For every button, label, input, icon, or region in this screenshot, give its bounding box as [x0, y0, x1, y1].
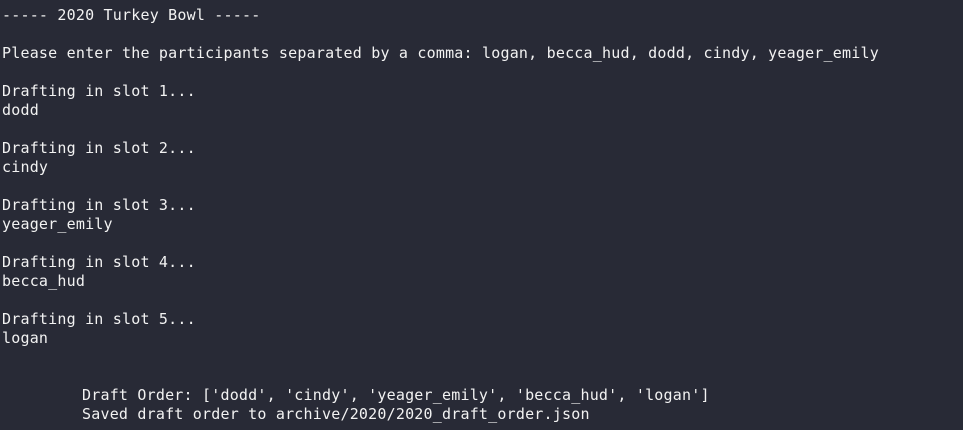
slot-3-pick: yeager_emily — [2, 215, 113, 233]
participants-prompt: Please enter the participants separated … — [2, 44, 879, 63]
slot-5-pick: logan — [2, 329, 49, 347]
slot-2-heading: Drafting in slot 2... — [2, 139, 196, 157]
slot-1-heading: Drafting in slot 1... — [2, 82, 196, 100]
draft-order-output: Draft Order: ['dodd', 'cindy', 'yeager_e… — [82, 386, 710, 404]
slot-1-pick: dodd — [2, 101, 39, 119]
slot-2-pick: cindy — [2, 158, 49, 176]
slot-4-pick: becca_hud — [2, 272, 86, 290]
program-title: ----- 2020 Turkey Bowl ----- — [2, 6, 261, 24]
slot-3-heading: Drafting in slot 3... — [2, 196, 196, 214]
slot-5-heading: Drafting in slot 5... — [2, 310, 196, 328]
prompt-label: Please enter the participants separated … — [2, 44, 482, 62]
saved-message-output: Saved draft order to archive/2020/2020_d… — [82, 405, 590, 423]
participants-input[interactable]: logan, becca_hud, dodd, cindy, yeager_em… — [482, 44, 879, 62]
slot-4-heading: Drafting in slot 4... — [2, 253, 196, 271]
terminal-window[interactable]: ----- 2020 Turkey Bowl ----- Please ente… — [0, 0, 963, 430]
